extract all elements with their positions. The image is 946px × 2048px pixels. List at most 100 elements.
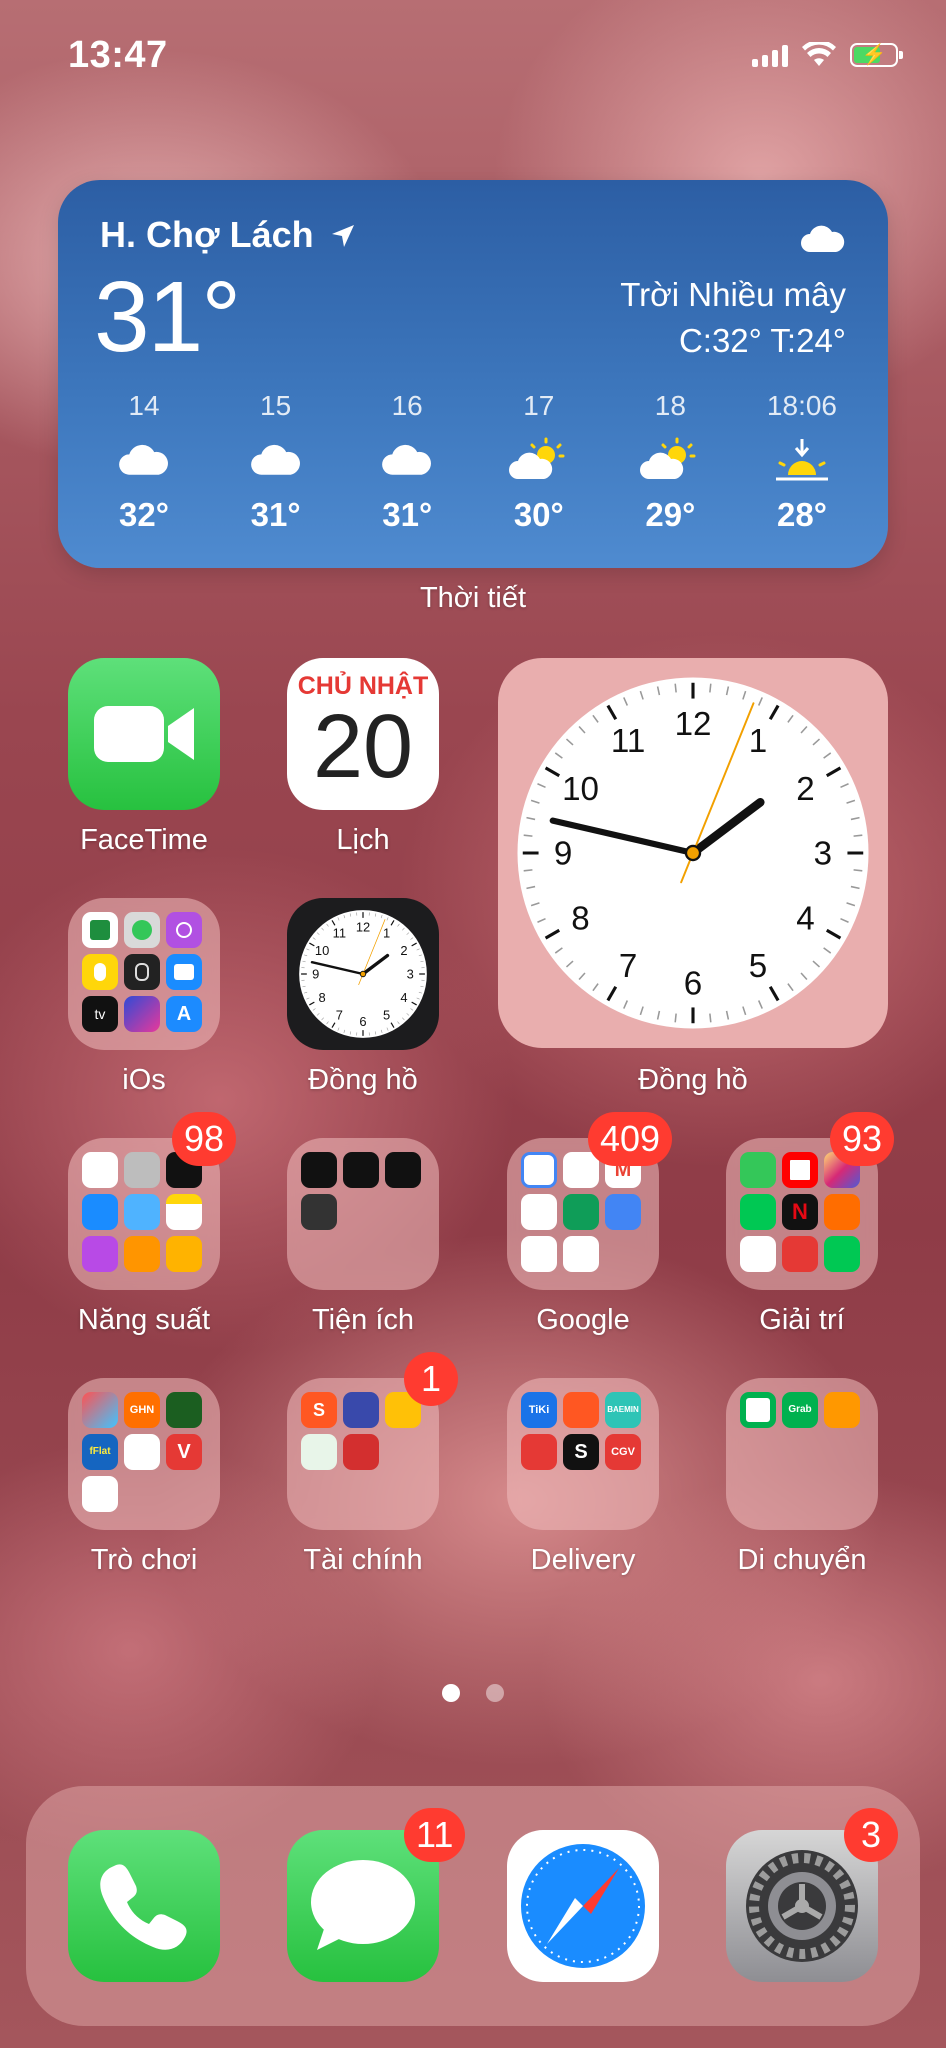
weather-widget[interactable]: H. Chợ Lách 31° Trời Nhiều mây C:32° T:2…: [58, 180, 888, 568]
clock-widget-label: Đồng hồ: [638, 1064, 748, 1096]
weather-location: H. Chợ Lách: [100, 214, 356, 256]
safari-app[interactable]: [507, 1830, 659, 1982]
tiki-icon: TiKi: [521, 1392, 557, 1428]
delivery-folder[interactable]: TiKi BAEMIN S CGV: [507, 1378, 659, 1530]
weather-condition: Trời Nhiều mây: [620, 276, 846, 313]
cellular-signal-icon: [752, 43, 788, 67]
delivery-label: Delivery: [530, 1544, 636, 1576]
iqiyi-icon: [740, 1194, 776, 1230]
clock-tick: [709, 1013, 712, 1023]
clock-tick: [674, 1013, 677, 1023]
phone-app[interactable]: [68, 1830, 220, 1982]
clock-tick: [523, 869, 533, 872]
be-app-icon: [824, 1392, 860, 1428]
cloud-icon: [800, 224, 846, 259]
settings-badge: 3: [844, 1808, 898, 1862]
cloud-icon: [119, 444, 168, 475]
app-360-icon: [782, 1236, 818, 1272]
clock-tick: [523, 834, 533, 837]
clock-number: 9: [554, 836, 572, 873]
clock-number: 3: [407, 967, 414, 982]
tien-ich-folder[interactable]: [287, 1138, 439, 1290]
clock-number: 1: [749, 723, 767, 760]
s-app-icon: S: [563, 1434, 599, 1470]
ghn-icon: GHN: [124, 1392, 160, 1428]
shortcuts-icon: [124, 996, 160, 1032]
flat-icon: fFlat: [82, 1434, 118, 1470]
calendar-app[interactable]: CHỦ NHẬT 20: [287, 658, 439, 810]
di-chuyen-folder[interactable]: Grab: [726, 1378, 878, 1530]
tro-choi-label: Trò chơi: [90, 1544, 198, 1576]
home-icon: [166, 1236, 202, 1272]
tro-choi-folder[interactable]: GHN fFlat V: [68, 1378, 220, 1530]
clock-number: 3: [814, 836, 832, 873]
status-time: 13:47: [68, 34, 168, 76]
forecast-temp: 28°: [777, 496, 827, 533]
compass-icon: [301, 1152, 337, 1188]
apple-tv-icon: tv: [82, 996, 118, 1032]
page-dot-active: [442, 1684, 460, 1702]
cloud-icon: [382, 444, 432, 475]
page-indicator[interactable]: [0, 1684, 946, 1702]
clock-number: 2: [400, 943, 407, 958]
reminders-icon: [82, 1152, 118, 1188]
techcombank-icon: [343, 1434, 379, 1470]
clock-number: 4: [796, 901, 814, 938]
clock-number: 5: [383, 1007, 390, 1022]
di-chuyen-label: Di chuyển: [737, 1544, 867, 1576]
finance-app-icon: [343, 1392, 379, 1428]
cgv-icon: CGV: [605, 1434, 641, 1470]
google-maps-icon: [521, 1236, 557, 1272]
food-app-icon: [521, 1434, 557, 1470]
forecast-time: 15: [260, 390, 292, 421]
clock-number: 7: [619, 948, 637, 985]
clock-icon: 12 1234567891011: [299, 910, 427, 1038]
forecast-temp: 30°: [513, 496, 564, 533]
google-label: Google: [536, 1304, 630, 1336]
forecast-hour: 18:06 28°: [742, 390, 862, 534]
clock-number: 2: [796, 771, 814, 808]
location-app-icon: [740, 1392, 776, 1428]
clock-number: 9: [312, 967, 319, 982]
watch-icon: [124, 954, 160, 990]
google-drive-icon: [563, 1152, 599, 1188]
weather-widget-label: Thời tiết: [419, 582, 527, 614]
giai-tri-badge: 93: [830, 1112, 895, 1166]
clock-tick: [853, 869, 863, 872]
forecast-hour: 16 31°: [347, 390, 467, 534]
itunes-store-icon: [82, 1236, 118, 1272]
clock-app[interactable]: 12 1 2 3 4 5 6 7 8 9 10 11: [287, 898, 439, 1050]
analog-clock-icon: 12 1234567891011: [517, 677, 869, 1029]
clock-tick: [853, 834, 863, 837]
game-icon: [82, 1476, 118, 1512]
ios-folder[interactable]: tv A: [68, 898, 220, 1050]
google-sheets-icon: [563, 1194, 599, 1230]
giai-tri-label: Giải trí: [759, 1304, 845, 1336]
tips-icon: [82, 954, 118, 990]
weather-app-icon: [124, 1194, 160, 1230]
nang-suat-label: Năng suất: [77, 1304, 211, 1336]
v-app-icon: V: [166, 1434, 202, 1470]
forecast-temp: 32°: [119, 496, 169, 533]
location-arrow-icon: [331, 225, 354, 247]
calculator-icon: [301, 1194, 337, 1230]
page-dot: [486, 1684, 504, 1702]
partly-sunny-icon: [640, 437, 696, 479]
clock-widget[interactable]: 12 1 2 3 4 5 6 7 8 9 10 11: [498, 658, 888, 1048]
netflix-icon: N: [782, 1194, 818, 1230]
facetime-app[interactable]: [68, 658, 220, 810]
game-icon: [124, 1434, 160, 1470]
clock-number: 7: [336, 1007, 343, 1022]
clock-tick: [674, 683, 677, 693]
cloud-icon: [250, 444, 300, 475]
battery-icon: ⚡: [850, 43, 903, 67]
clock-center: [359, 970, 367, 978]
ios-folder-label: iOs: [122, 1064, 166, 1096]
mail-icon: [82, 1194, 118, 1230]
forecast-hour: 14 32°: [84, 390, 204, 534]
nang-suat-badge: 98: [172, 1112, 237, 1166]
weather-high-low: C:32° T:24°: [678, 322, 846, 359]
clock-number: 6: [359, 1014, 366, 1029]
youtube-icon: [782, 1152, 818, 1188]
compass-icon: [521, 1844, 645, 1968]
